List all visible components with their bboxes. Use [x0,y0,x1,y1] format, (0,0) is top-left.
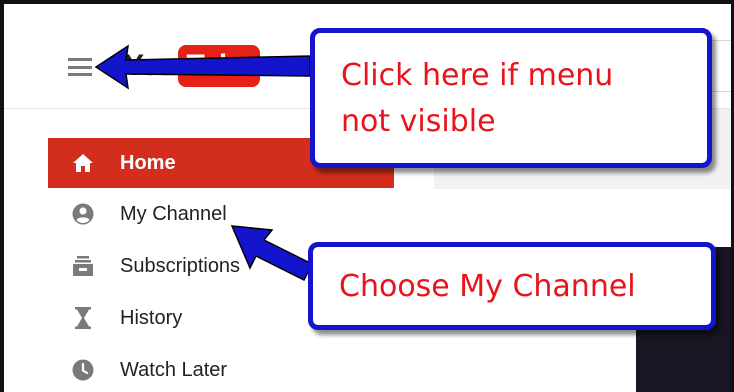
channel-callout-text: Choose My Channel [339,269,636,304]
clock-icon [72,359,94,381]
sidebar-item-label: Watch Later [120,358,228,381]
menu-callout: Click here if menu not visible [310,28,712,168]
sidebar-item-label: Subscriptions [120,254,241,277]
sidebar-item-watch-later[interactable]: Watch Later [48,344,394,392]
sidebar-item-label: Home [120,151,176,174]
logo-tube-text: Tube [178,45,260,87]
channel-callout: Choose My Channel [308,242,716,330]
menu-callout-line1: Click here if menu [341,58,614,93]
account-circle-icon [72,203,94,225]
subscriptions-icon [72,255,94,277]
hamburger-menu-icon[interactable] [68,58,92,76]
logo-you-text: You [124,49,176,82]
screenshot-frame: You Tube Home My Channel Subscriptions H… [0,0,734,392]
hourglass-icon [72,307,94,329]
sidebar-item-label: My Channel [120,202,227,225]
home-icon [72,152,94,174]
youtube-logo[interactable]: You Tube [124,44,260,88]
sidebar-item-my-channel[interactable]: My Channel [48,188,394,240]
menu-callout-line2: not visible [341,104,496,139]
sidebar-item-label: History [120,306,183,329]
